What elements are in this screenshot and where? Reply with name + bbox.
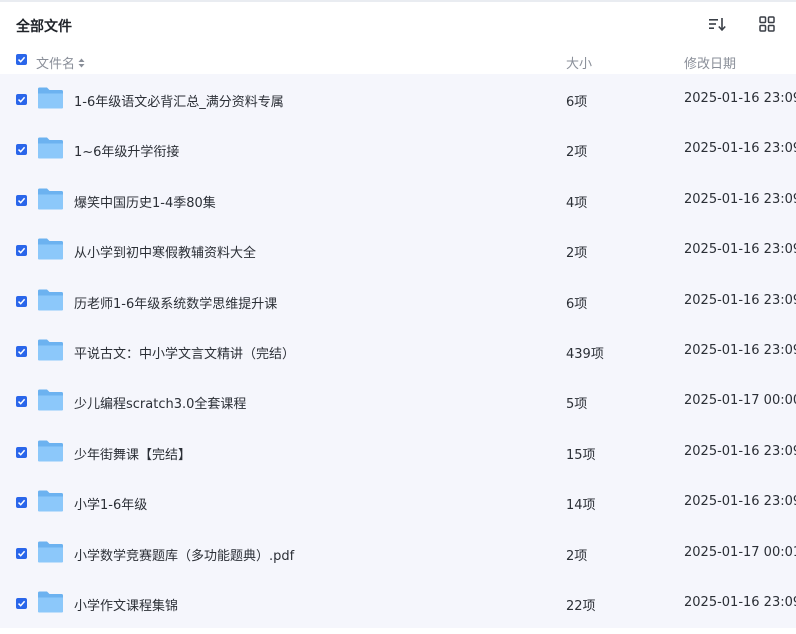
file-size: 6项 xyxy=(566,95,588,110)
file-size: 6项 xyxy=(566,296,588,312)
file-modified-date: 2025-01-16 23:09 xyxy=(684,191,796,207)
file-size: 2项 xyxy=(566,548,588,564)
check-icon xyxy=(17,499,26,506)
file-name[interactable]: 爆笑中国历史1-4季80集 xyxy=(74,192,216,211)
file-name[interactable]: 少儿编程scratch3.0全套课程 xyxy=(74,393,246,412)
select-all-checkbox[interactable] xyxy=(16,54,27,65)
folder-icon xyxy=(38,137,63,159)
file-row[interactable]: 小学数学竞赛题库（多功能题典）.pdf 2项 2025-01-17 00:01 xyxy=(0,527,796,578)
row-checkbox[interactable] xyxy=(16,497,27,509)
column-name-header[interactable]: 文件名 xyxy=(36,53,85,72)
column-size-header[interactable]: 大小 xyxy=(566,53,592,72)
folder-icon xyxy=(38,389,63,411)
file-list: 1-6年级语文必背汇总_满分资料专属 6项 2025-01-16 23:09 1… xyxy=(0,74,796,629)
check-icon xyxy=(17,197,26,204)
check-icon xyxy=(17,348,26,355)
grid-view-button[interactable] xyxy=(757,14,777,34)
file-modified-date: 2025-01-16 23:09 xyxy=(684,292,796,308)
file-name[interactable]: 1~6年级升学衔接 xyxy=(74,141,179,160)
file-size: 15项 xyxy=(566,447,596,463)
file-row[interactable]: 小学作文课程集锦 22项 2025-01-16 23:09 xyxy=(0,577,796,629)
row-checkbox[interactable] xyxy=(16,295,27,307)
file-row[interactable]: 爆笑中国历史1-4季80集 4项 2025-01-16 23:09 xyxy=(0,174,796,226)
file-row[interactable]: 小学1-6年级 14项 2025-01-16 23:09 xyxy=(0,477,796,528)
folder-icon xyxy=(38,238,63,260)
column-date-header[interactable]: 修改日期 xyxy=(684,53,736,72)
file-size: 2项 xyxy=(566,145,588,161)
file-size: 22项 xyxy=(566,598,596,614)
check-icon xyxy=(17,147,26,154)
file-name[interactable]: 小学数学竞赛题库（多功能题典）.pdf xyxy=(74,545,294,564)
column-header-row: 文件名 大小 修改日期 xyxy=(0,46,796,74)
file-name[interactable]: 历老师1-6年级系统数学思维提升课 xyxy=(74,293,277,312)
file-row[interactable]: 1~6年级升学衔接 2项 2025-01-16 23:09 xyxy=(0,124,796,175)
row-checkbox[interactable] xyxy=(16,396,27,408)
file-row[interactable]: 平说古文：中小学文言文精讲（完结） 439项 2025-01-16 23:09 xyxy=(0,325,796,377)
row-checkbox[interactable] xyxy=(16,345,27,357)
check-icon xyxy=(17,56,26,63)
file-size: 5项 xyxy=(566,397,588,413)
folder-icon xyxy=(38,490,63,512)
folder-icon xyxy=(38,440,63,462)
row-checkbox[interactable] xyxy=(16,446,27,458)
column-name-label: 文件名 xyxy=(36,57,76,72)
row-checkbox[interactable] xyxy=(16,194,27,206)
file-size: 2项 xyxy=(566,246,588,262)
sort-updown-icon xyxy=(78,58,85,67)
check-icon xyxy=(17,298,26,305)
toolbar: 全部文件 xyxy=(0,2,796,46)
file-name[interactable]: 从小学到初中寒假教辅资料大全 xyxy=(74,242,256,261)
file-modified-date: 2025-01-16 23:09 xyxy=(684,242,796,258)
file-modified-date: 2025-01-16 23:09 xyxy=(684,594,796,610)
check-icon xyxy=(17,550,26,557)
folder-icon xyxy=(38,87,63,109)
check-icon xyxy=(17,600,26,607)
row-checkbox[interactable] xyxy=(16,245,27,257)
check-icon xyxy=(17,96,26,103)
folder-icon xyxy=(38,339,63,361)
file-modified-date: 2025-01-16 23:09 xyxy=(684,342,796,358)
file-row[interactable]: 从小学到初中寒假教辅资料大全 2项 2025-01-16 23:09 xyxy=(0,225,796,276)
file-size: 439项 xyxy=(566,346,604,362)
check-icon xyxy=(17,399,26,406)
check-icon xyxy=(17,247,26,254)
file-row[interactable]: 历老师1-6年级系统数学思维提升课 6项 2025-01-16 23:09 xyxy=(0,275,796,326)
file-name[interactable]: 1-6年级语文必背汇总_满分资料专属 xyxy=(74,91,284,110)
file-modified-date: 2025-01-16 23:09 xyxy=(684,494,796,510)
sort-button[interactable] xyxy=(707,14,727,34)
folder-icon xyxy=(38,541,63,563)
file-modified-date: 2025-01-17 00:01 xyxy=(684,544,796,560)
file-name[interactable]: 小学1-6年级 xyxy=(74,494,147,513)
file-modified-date: 2025-01-17 00:00 xyxy=(684,393,796,409)
file-size: 4项 xyxy=(566,195,588,211)
row-checkbox[interactable] xyxy=(16,597,27,609)
file-row[interactable]: 少年街舞课【完结】 15项 2025-01-16 23:09 xyxy=(0,426,796,478)
folder-icon xyxy=(38,591,63,613)
row-checkbox[interactable] xyxy=(16,94,27,105)
file-modified-date: 2025-01-16 23:09 xyxy=(684,443,796,459)
grid-view-icon xyxy=(759,16,775,32)
file-name[interactable]: 小学作文课程集锦 xyxy=(74,595,178,614)
file-row[interactable]: 1-6年级语文必背汇总_满分资料专属 6项 2025-01-16 23:09 xyxy=(0,74,796,125)
check-icon xyxy=(17,449,26,456)
file-modified-date: 2025-01-16 23:09 xyxy=(684,91,796,106)
file-modified-date: 2025-01-16 23:09 xyxy=(684,141,796,157)
folder-icon xyxy=(38,188,63,210)
page-title: 全部文件 xyxy=(16,19,72,35)
file-size: 14项 xyxy=(566,498,596,514)
file-row[interactable]: 少儿编程scratch3.0全套课程 5项 2025-01-17 00:00 xyxy=(0,376,796,427)
row-checkbox[interactable] xyxy=(16,144,27,156)
file-name[interactable]: 平说古文：中小学文言文精讲（完结） xyxy=(74,343,295,362)
row-checkbox[interactable] xyxy=(16,547,27,559)
file-name[interactable]: 少年街舞课【完结】 xyxy=(74,444,191,463)
folder-icon xyxy=(38,289,63,311)
sort-list-icon xyxy=(709,18,726,32)
